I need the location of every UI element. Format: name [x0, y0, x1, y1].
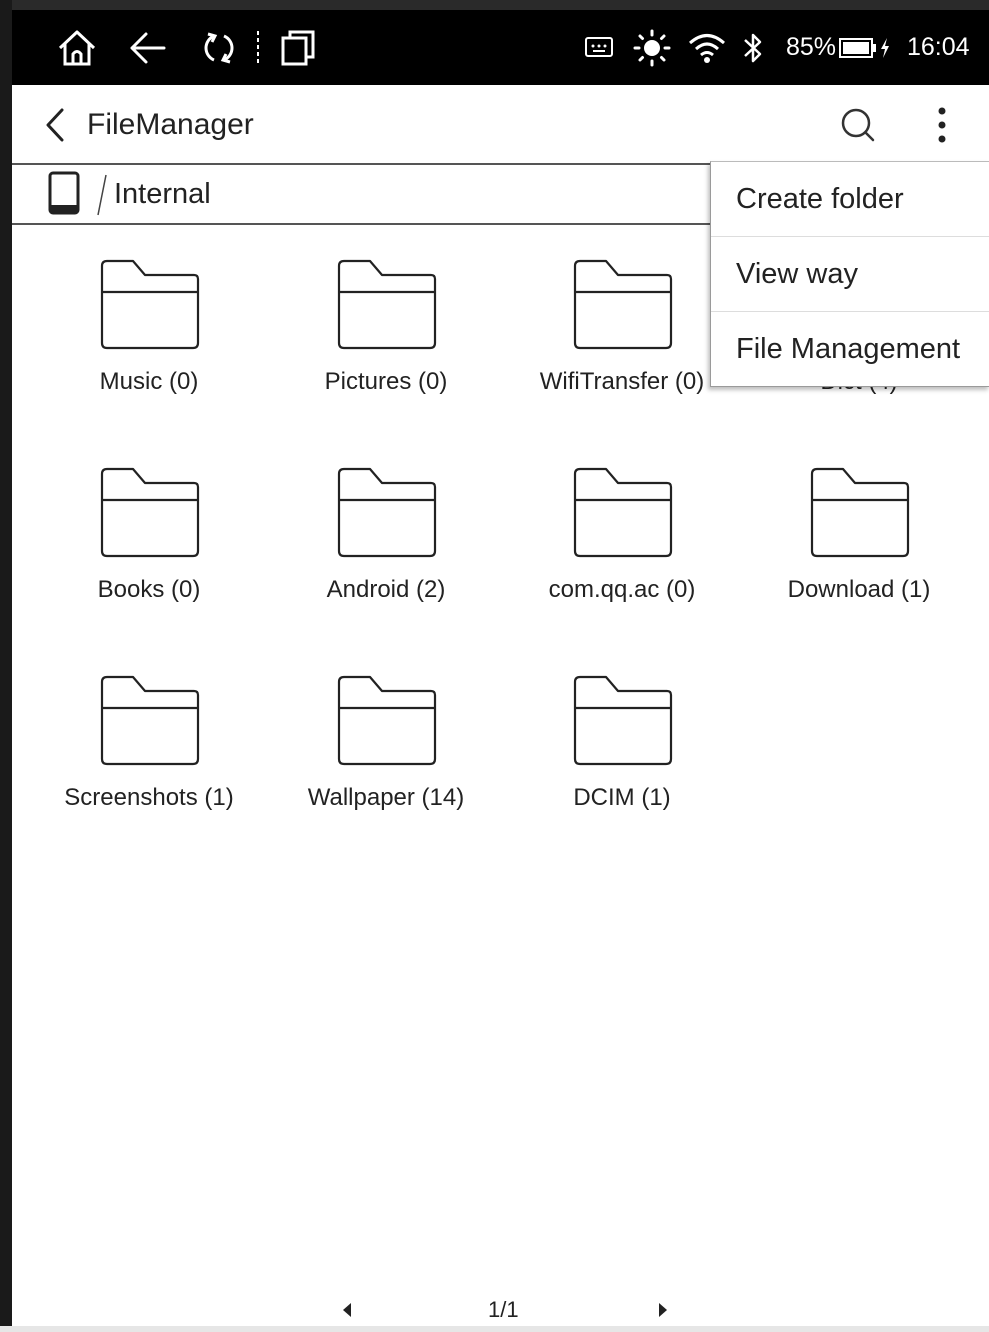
folder-label: Android (2): [326, 576, 446, 603]
wifi-icon: [685, 10, 729, 85]
folder-icon: [573, 259, 673, 350]
charging-icon: [878, 10, 892, 85]
prev-page-icon[interactable]: [340, 1300, 354, 1325]
folder-icon: [337, 675, 437, 766]
battery-icon: [838, 10, 878, 85]
device-frame-left: [0, 0, 12, 1332]
folder-item[interactable]: Books (0): [34, 466, 264, 604]
path-separator: [96, 173, 108, 222]
folder-label: Music (0): [99, 368, 199, 395]
app-bar: FileManager: [12, 85, 989, 165]
folder-label: WifiTransfer (0): [539, 368, 705, 395]
folder-label: com.qq.ac (0): [548, 576, 696, 603]
tablet-device-icon[interactable]: [48, 171, 80, 220]
status-bar: 85% 16:04: [12, 10, 989, 85]
folder-item[interactable]: Music (0): [34, 258, 264, 396]
folder-icon: [100, 259, 200, 350]
more-vert-icon[interactable]: [934, 105, 950, 150]
page-indicator: 1/1: [488, 1297, 519, 1322]
folder-label: Books (0): [97, 576, 201, 603]
home-icon[interactable]: [54, 10, 100, 85]
app-title: FileManager: [87, 108, 254, 141]
folder-item[interactable]: Wallpaper (14): [271, 674, 501, 812]
folder-item[interactable]: com.qq.ac (0): [507, 466, 737, 604]
overflow-menu: Create folder View way File Management: [710, 161, 989, 387]
brightness-icon: [632, 10, 672, 85]
folder-item[interactable]: DCIM (1): [507, 674, 737, 812]
folder-item[interactable]: Download (1): [744, 466, 974, 604]
folder-label: DCIM (1): [573, 784, 671, 811]
device-frame-top: [0, 0, 989, 10]
keyboard-icon: [582, 10, 616, 85]
folder-item[interactable]: Screenshots (1): [34, 674, 264, 812]
menu-item-create-folder[interactable]: Create folder: [711, 162, 989, 237]
folder-label: Wallpaper (14): [307, 784, 465, 811]
bluetooth-icon: [740, 10, 766, 85]
folder-icon: [573, 467, 673, 558]
clock: 16:04: [907, 33, 970, 61]
folder-icon: [100, 675, 200, 766]
folder-label: Screenshots (1): [64, 784, 234, 811]
back-chevron-icon[interactable]: [42, 107, 68, 148]
device-frame-bottom: [0, 1326, 989, 1332]
folder-item[interactable]: WifiTransfer (0): [507, 258, 737, 396]
divider-dots: [255, 10, 261, 85]
menu-item-view-way[interactable]: View way: [711, 237, 989, 312]
next-page-icon[interactable]: [656, 1300, 670, 1325]
folder-icon: [100, 467, 200, 558]
window-icon[interactable]: [278, 10, 318, 85]
folder-icon: [810, 467, 910, 558]
folder-icon: [337, 467, 437, 558]
folder-item[interactable]: Pictures (0): [271, 258, 501, 396]
refresh-icon[interactable]: [196, 10, 242, 85]
menu-item-file-management[interactable]: File Management: [711, 312, 989, 386]
back-arrow-icon[interactable]: [124, 10, 170, 85]
folder-item[interactable]: Android (2): [271, 466, 501, 604]
folder-label: Pictures (0): [324, 368, 448, 395]
folder-icon: [573, 675, 673, 766]
battery-percent: 85%: [786, 33, 837, 61]
folder-label: Download (1): [787, 576, 931, 603]
search-icon[interactable]: [838, 105, 878, 150]
path-location[interactable]: Internal: [114, 165, 211, 223]
folder-icon: [337, 259, 437, 350]
